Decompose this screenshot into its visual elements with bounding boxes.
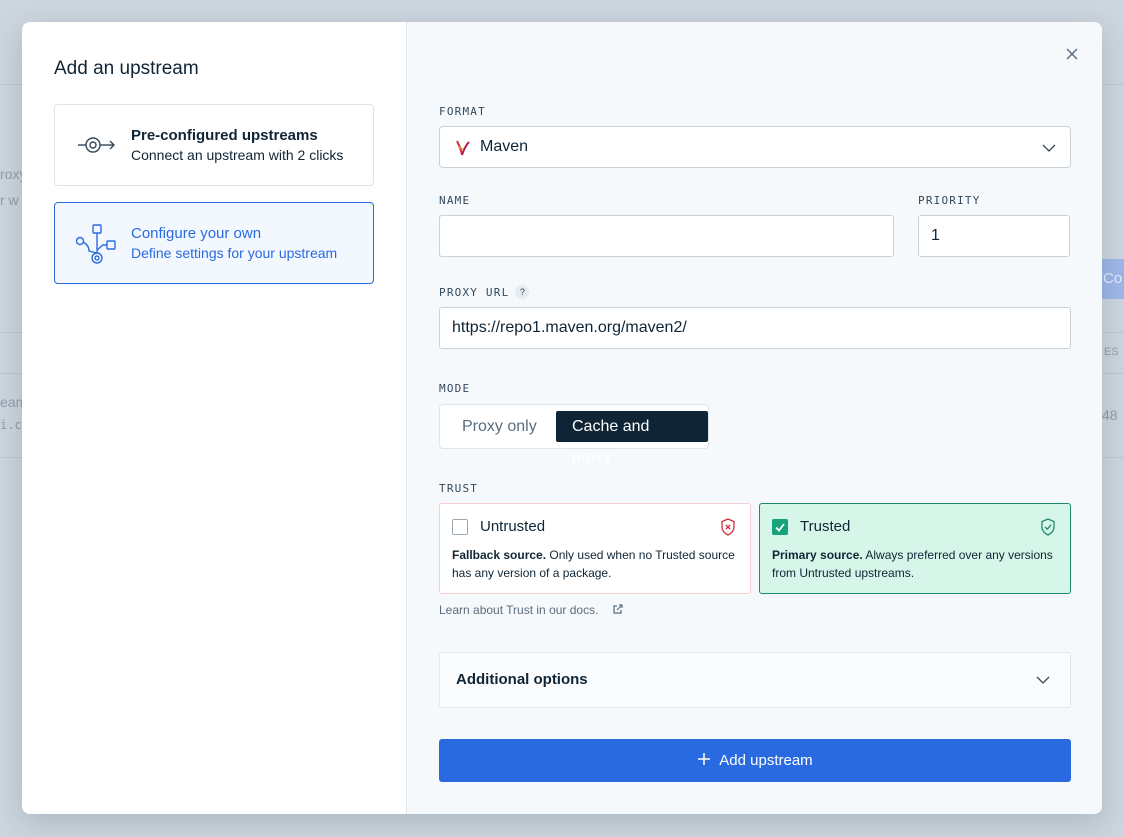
proxy-url-input[interactable]: https://repo1.maven.org/maven2/ <box>439 307 1071 349</box>
mode-cache-and-proxy[interactable]: Cache and proxy <box>556 411 708 466</box>
trust-option-trusted[interactable]: Trusted Primary source. Always preferred… <box>759 503 1071 594</box>
format-label: FORMAT <box>439 105 486 118</box>
add-upstream-label: Add upstream <box>719 752 813 769</box>
trusted-description: Primary source. Always preferred over an… <box>772 546 1060 582</box>
untrusted-checkbox[interactable] <box>452 519 468 535</box>
plus-icon <box>698 753 711 765</box>
trusted-checkbox[interactable] <box>772 519 788 535</box>
trusted-title: Trusted <box>800 518 851 535</box>
help-icon[interactable]: ? <box>515 285 530 299</box>
option-configure-your-own[interactable]: Configure your own Define settings for y… <box>54 202 374 284</box>
format-value: Maven <box>480 138 529 155</box>
name-label: NAME <box>439 194 471 207</box>
untrusted-title: Untrusted <box>480 518 546 535</box>
background-text: r w <box>0 192 19 208</box>
shield-check-icon <box>1041 518 1055 536</box>
trust-option-untrusted[interactable]: Untrusted Fallback source. Only used whe… <box>439 503 751 594</box>
close-icon[interactable] <box>1064 46 1080 62</box>
proxy-url-label: PROXY URL? <box>439 285 530 299</box>
preconfigured-icon <box>78 137 115 153</box>
additional-options-title: Additional options <box>456 671 588 688</box>
option-preconfigured-upstreams[interactable]: Pre-configured upstreams Connect an upst… <box>54 104 374 186</box>
option-subtitle: Define settings for your upstream <box>131 245 338 261</box>
trust-docs-link[interactable]: Learn about Trust in our docs. <box>439 603 623 617</box>
background-text: i.c <box>0 418 22 432</box>
modal-title: Add an upstream <box>54 58 199 79</box>
option-title: Configure your own <box>131 225 262 242</box>
add-upstream-modal: Add an upstream Pre-configured upstreams… <box>22 22 1102 814</box>
configure-icon <box>75 224 116 264</box>
additional-options-accordion[interactable]: Additional options <box>439 652 1071 708</box>
modal-form-panel: FORMAT Maven NAME PRIORITY 1 PROXY URL? … <box>407 22 1102 814</box>
external-link-icon <box>613 604 623 614</box>
option-subtitle: Connect an upstream with 2 clicks <box>131 147 344 163</box>
trust-label: TRUST <box>439 482 479 495</box>
maven-feather-icon <box>456 140 470 156</box>
background-text: ES <box>1104 346 1119 358</box>
format-select[interactable]: Maven <box>439 126 1071 168</box>
trust-docs-link-text: Learn about Trust in our docs. <box>439 603 599 617</box>
untrusted-description: Fallback source. Only used when no Trust… <box>452 546 740 582</box>
mode-proxy-only[interactable]: Proxy only <box>446 411 553 442</box>
proxy-url-label-text: PROXY URL <box>439 286 510 299</box>
mode-segmented-control: Proxy only Cache and proxy <box>439 404 709 466</box>
mode-label: MODE <box>439 382 471 395</box>
shield-x-icon <box>721 518 735 536</box>
chevron-down-icon <box>1042 144 1056 152</box>
priority-input[interactable]: 1 <box>918 215 1070 257</box>
priority-label: PRIORITY <box>918 194 981 207</box>
name-input[interactable] <box>439 215 894 257</box>
untrusted-lead: Fallback source. <box>452 548 547 562</box>
add-upstream-button[interactable]: Add upstream <box>439 739 1071 782</box>
trusted-lead: Primary source. <box>772 548 863 562</box>
option-title: Pre-configured upstreams <box>131 127 318 144</box>
chevron-down-icon <box>1036 676 1050 684</box>
modal-left-panel: Add an upstream Pre-configured upstreams… <box>22 22 407 814</box>
background-text: 48 <box>1102 407 1118 423</box>
